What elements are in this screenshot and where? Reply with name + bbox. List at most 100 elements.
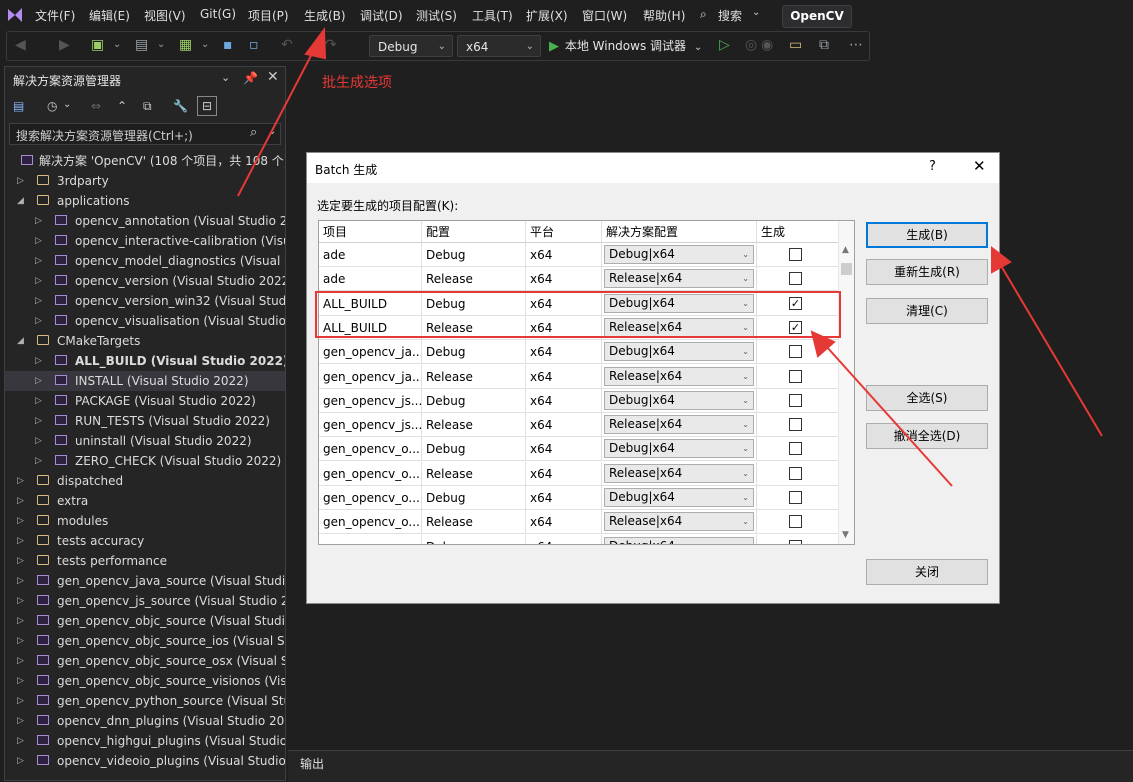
column-header[interactable]: 生成 [757, 221, 839, 243]
project-name-badge[interactable]: OpenCV [782, 5, 852, 28]
table-row[interactable]: gen_opencv_o... Release x64 Release|x64 ⌄ [319, 461, 839, 486]
collapsed-arrow-icon[interactable]: ▷ [17, 691, 27, 711]
tree-item[interactable]: ▷ opencv_dnn_plugins (Visual Studio 2022) [5, 711, 285, 731]
chevron-down-icon[interactable]: ⌄ [113, 38, 121, 52]
deselect-all-button[interactable]: 撤消全选(D) [866, 423, 988, 449]
tree-item[interactable]: ▷ dispatched [5, 471, 285, 491]
solution-config-select[interactable]: Debug ⌄ [369, 35, 453, 57]
table-row[interactable]: ade Debug x64 Debug|x64 ⌄ [319, 243, 839, 267]
collapsed-arrow-icon[interactable]: ▷ [17, 551, 27, 571]
menu-item[interactable]: 窗口(W) [582, 7, 627, 24]
tree-item[interactable]: ▷ tests accuracy [5, 531, 285, 551]
tree-item[interactable]: ▷ uninstall (Visual Studio 2022) [5, 431, 285, 451]
scroll-up-icon[interactable]: ▲ [842, 245, 849, 255]
expanded-arrow-icon[interactable]: ◢ [17, 331, 27, 351]
table-row[interactable]: gen_opencv_o... Debug x64 Debug|x64 ⌄ [319, 486, 839, 510]
collapsed-arrow-icon[interactable]: ▷ [35, 291, 45, 311]
solution-config-dropdown[interactable]: Release|x64 ⌄ [604, 463, 754, 483]
table-row[interactable]: gen_opencv_ja... Debug x64 Debug|x64 ⌄ [319, 340, 839, 365]
table-row[interactable]: gen_opencv_js... Debug x64 Debug|x64 ⌄ [319, 388, 839, 413]
menu-item[interactable]: 扩展(X) [526, 7, 568, 24]
chevron-down-icon[interactable]: ⌄ [157, 38, 165, 52]
build-checkbox[interactable] [789, 418, 802, 432]
tree-item[interactable]: ▷ gen_opencv_objc_source_ios (Visual Stud… [5, 631, 285, 651]
menu-item[interactable]: Git(G) [200, 7, 236, 21]
tree-item[interactable]: ▷ PACKAGE (Visual Studio 2022) [5, 391, 285, 411]
start-debugging-button[interactable]: ▶ 本地 Windows 调试器 ⌄ [549, 35, 702, 57]
collapsed-arrow-icon[interactable]: ▷ [35, 351, 45, 371]
add-item-icon[interactable]: ▤ [135, 38, 148, 52]
hot-reload-icon[interactable]: ◎ [745, 38, 757, 52]
menu-item[interactable]: 测试(S) [416, 7, 457, 24]
collapsed-arrow-icon[interactable]: ▷ [17, 671, 27, 691]
rebuild-button[interactable]: 重新生成(R) [866, 259, 988, 285]
scroll-thumb[interactable] [841, 263, 852, 275]
menu-item[interactable]: 生成(B) [304, 7, 346, 24]
scroll-down-icon[interactable]: ▼ [842, 530, 849, 540]
solution-config-dropdown[interactable]: Release|x64 ⌄ [604, 269, 754, 289]
menu-item[interactable]: 视图(V) [144, 7, 186, 24]
build-checkbox[interactable] [789, 393, 802, 407]
tree-item[interactable]: ▷ gen_opencv_java_source (Visual Studio 2… [5, 571, 285, 591]
collapsed-arrow-icon[interactable]: ▷ [35, 211, 45, 231]
clean-button[interactable]: 清理(C) [866, 298, 988, 324]
collapsed-arrow-icon[interactable]: ▷ [17, 711, 27, 731]
tree-item[interactable]: ▷ gen_opencv_python_source (Visual Studio… [5, 691, 285, 711]
tree-item[interactable]: ▷ opencv_version (Visual Studio 2022) [5, 271, 285, 291]
help-button[interactable]: ? [929, 159, 936, 174]
tree-item[interactable]: ▷ tests performance [5, 551, 285, 571]
tree-item[interactable]: ▷ extra [5, 491, 285, 511]
properties-icon[interactable]: 🔧 [173, 99, 188, 113]
solution-search-input[interactable]: 搜索解决方案资源管理器(Ctrl+;) ⌕ ⌄ [9, 123, 281, 145]
solution-config-dropdown[interactable]: Debug|x64 ⌄ [604, 536, 754, 544]
solution-config-dropdown[interactable]: Debug|x64 ⌄ [604, 342, 754, 362]
tree-item[interactable]: ▷ ZERO_CHECK (Visual Studio 2022) [5, 451, 285, 471]
tree-item[interactable]: ▷ modules [5, 511, 285, 531]
build-checkbox[interactable] [789, 491, 802, 504]
solution-config-dropdown[interactable]: Debug|x64 ⌄ [604, 439, 754, 459]
undo-icon[interactable]: ↶ [281, 38, 293, 52]
platform-select[interactable]: x64 ⌄ [457, 35, 541, 57]
table-row[interactable]: ade Release x64 Release|x64 ⌄ [319, 267, 839, 292]
new-project-icon[interactable]: ▣ [91, 38, 104, 52]
live-share-icon[interactable]: ⧉ [819, 38, 829, 52]
collapsed-arrow-icon[interactable]: ▷ [17, 171, 27, 191]
collapsed-arrow-icon[interactable]: ▷ [35, 311, 45, 331]
collapsed-arrow-icon[interactable]: ▷ [17, 511, 27, 531]
build-checkbox[interactable] [789, 466, 802, 480]
collapsed-arrow-icon[interactable]: ▷ [35, 451, 45, 471]
table-row[interactable]: gen_opencv_ja... Release x64 Release|x64 ⌄ [319, 364, 839, 389]
table-row[interactable]: gen_opencv_o... Release x64 Release|x64 ⌄ [319, 510, 839, 535]
menu-item[interactable]: 工具(T) [472, 7, 513, 24]
collapsed-arrow-icon[interactable]: ▷ [35, 371, 45, 391]
vs-logo-icon[interactable] [6, 6, 24, 24]
start-without-debugging-icon[interactable]: ▷ [719, 38, 730, 52]
tree-item[interactable]: ▷ opencv_interactive-calibration (Visual … [5, 231, 285, 251]
tree-item[interactable]: ▷ opencv_highgui_plugins (Visual Studio 2… [5, 731, 285, 751]
build-checkbox[interactable] [789, 515, 802, 529]
collapsed-arrow-icon[interactable]: ▷ [17, 731, 27, 751]
menu-item[interactable]: 项目(P) [248, 7, 289, 24]
collapsed-arrow-icon[interactable]: ▷ [17, 491, 27, 511]
menu-item[interactable]: 帮助(H) [643, 7, 685, 24]
pin-icon[interactable]: 📌 [243, 71, 258, 85]
solution-config-dropdown[interactable]: Release|x64 ⌄ [604, 415, 754, 435]
menu-item[interactable]: 调试(D) [360, 7, 403, 24]
save-icon[interactable]: ▪ [223, 38, 233, 52]
preview-icon[interactable]: ⊟ [197, 96, 217, 116]
select-all-button[interactable]: 全选(S) [866, 385, 988, 411]
tree-item[interactable]: ▷ 3rdparty [5, 171, 285, 191]
tree-item[interactable]: ▷ opencv_model_diagnostics (Visual Studio… [5, 251, 285, 271]
table-row[interactable]: Debugx64 Debug|x64 ⌄ [319, 534, 839, 544]
collapsed-arrow-icon[interactable]: ▷ [35, 411, 45, 431]
solution-config-dropdown[interactable]: Debug|x64 ⌄ [604, 390, 754, 410]
tree-item[interactable]: ▷ gen_opencv_js_source (Visual Studio 202… [5, 591, 285, 611]
collapsed-arrow-icon[interactable]: ▷ [17, 531, 27, 551]
tree-item[interactable]: ◢ CMakeTargets [5, 331, 285, 351]
tree-item[interactable]: ▷ opencv_videoio_plugins (Visual Studio 2… [5, 751, 285, 771]
menu-item[interactable]: 编辑(E) [89, 7, 130, 24]
browser-link-icon[interactable]: ◉ [761, 38, 773, 52]
close-icon[interactable]: ✕ [267, 69, 279, 85]
close-button[interactable]: 关闭 [866, 559, 988, 585]
tree-item[interactable]: ▷ opencv_visualisation (Visual Studio 202… [5, 311, 285, 331]
